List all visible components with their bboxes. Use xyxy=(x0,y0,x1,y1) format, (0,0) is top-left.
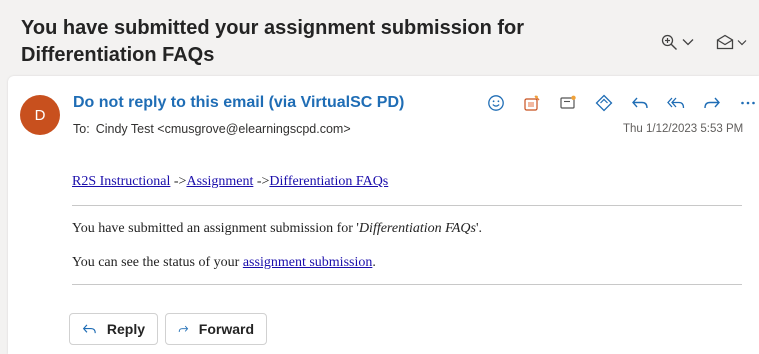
sent-date: Thu 1/12/2023 5:53 PM xyxy=(623,123,744,135)
zoom-icon xyxy=(661,34,677,50)
breadcrumb-link-instructional[interactable]: R2S Instructional xyxy=(72,174,170,189)
confirmation-prefix: You have submitted an assignment submiss… xyxy=(72,221,359,236)
emoji-button[interactable] xyxy=(478,92,514,114)
reply-all-button[interactable] xyxy=(658,92,694,114)
status-text: You can see the status of your assignmen… xyxy=(72,255,376,271)
recipient-line: To: Cindy Test <cmusgrove@elearningscpd.c… xyxy=(73,122,351,136)
message-card: D Do not reply to this email (via Virtua… xyxy=(8,76,759,354)
flag-icon xyxy=(560,95,576,109)
forward-icon xyxy=(704,97,720,109)
sender-name[interactable]: Do not reply to this email (via VirtualS… xyxy=(73,94,404,112)
recipient[interactable]: Cindy Test <cmusgrove@elearningscpd.com> xyxy=(96,122,351,136)
tag-icon xyxy=(595,94,613,112)
reply-button-icon[interactable] xyxy=(622,92,658,114)
chevron-down-icon xyxy=(737,39,747,45)
emoji-icon xyxy=(488,95,504,111)
mark-button[interactable] xyxy=(716,30,752,54)
forward-icon xyxy=(178,325,189,333)
chevron-down-icon xyxy=(682,39,694,46)
zoom-button[interactable] xyxy=(661,30,699,54)
more-button[interactable] xyxy=(730,92,759,114)
forward-button-icon[interactable] xyxy=(694,92,730,114)
avatar[interactable]: D xyxy=(20,95,60,135)
breadcrumb-link-assignment[interactable]: Assignment xyxy=(186,174,253,189)
breadcrumb: R2S Instructional ->Assignment ->Differe… xyxy=(72,174,388,190)
assignment-submission-link[interactable]: assignment submission xyxy=(243,255,373,270)
reply-label: Reply xyxy=(106,321,145,337)
reply-icon xyxy=(82,324,96,334)
assignment-title: Differentiation FAQs xyxy=(358,221,476,236)
more-icon xyxy=(741,101,755,105)
reply-all-icon xyxy=(667,97,685,109)
divider xyxy=(72,205,742,206)
apps-button[interactable] xyxy=(514,92,550,114)
reply-button[interactable]: Reply xyxy=(69,313,158,345)
subject-line-2: Differentiation FAQs xyxy=(21,44,215,66)
divider xyxy=(72,284,742,285)
message-actions xyxy=(478,92,759,114)
forward-button[interactable]: Forward xyxy=(165,313,267,345)
breadcrumb-separator: -> xyxy=(170,174,187,189)
reply-icon xyxy=(632,97,648,109)
confirmation-suffix: '. xyxy=(476,221,483,236)
email-subject: You have submitted your assignment submi… xyxy=(21,15,581,69)
tag-button[interactable] xyxy=(586,92,622,114)
mark-icon xyxy=(716,34,734,50)
confirmation-text: You have submitted an assignment submiss… xyxy=(72,221,482,237)
flag-button[interactable] xyxy=(550,92,586,114)
status-suffix: . xyxy=(372,255,376,270)
breadcrumb-link-differentiation-faqs[interactable]: Differentiation FAQs xyxy=(269,174,388,189)
status-prefix: You can see the status of your xyxy=(72,255,243,270)
apps-icon xyxy=(524,95,540,111)
subject-line-1: You have submitted your assignment submi… xyxy=(21,17,525,39)
forward-label: Forward xyxy=(198,321,254,337)
to-label: To: xyxy=(73,122,90,136)
breadcrumb-separator: -> xyxy=(253,174,270,189)
subject-bar: You have submitted your assignment submi… xyxy=(0,0,759,76)
